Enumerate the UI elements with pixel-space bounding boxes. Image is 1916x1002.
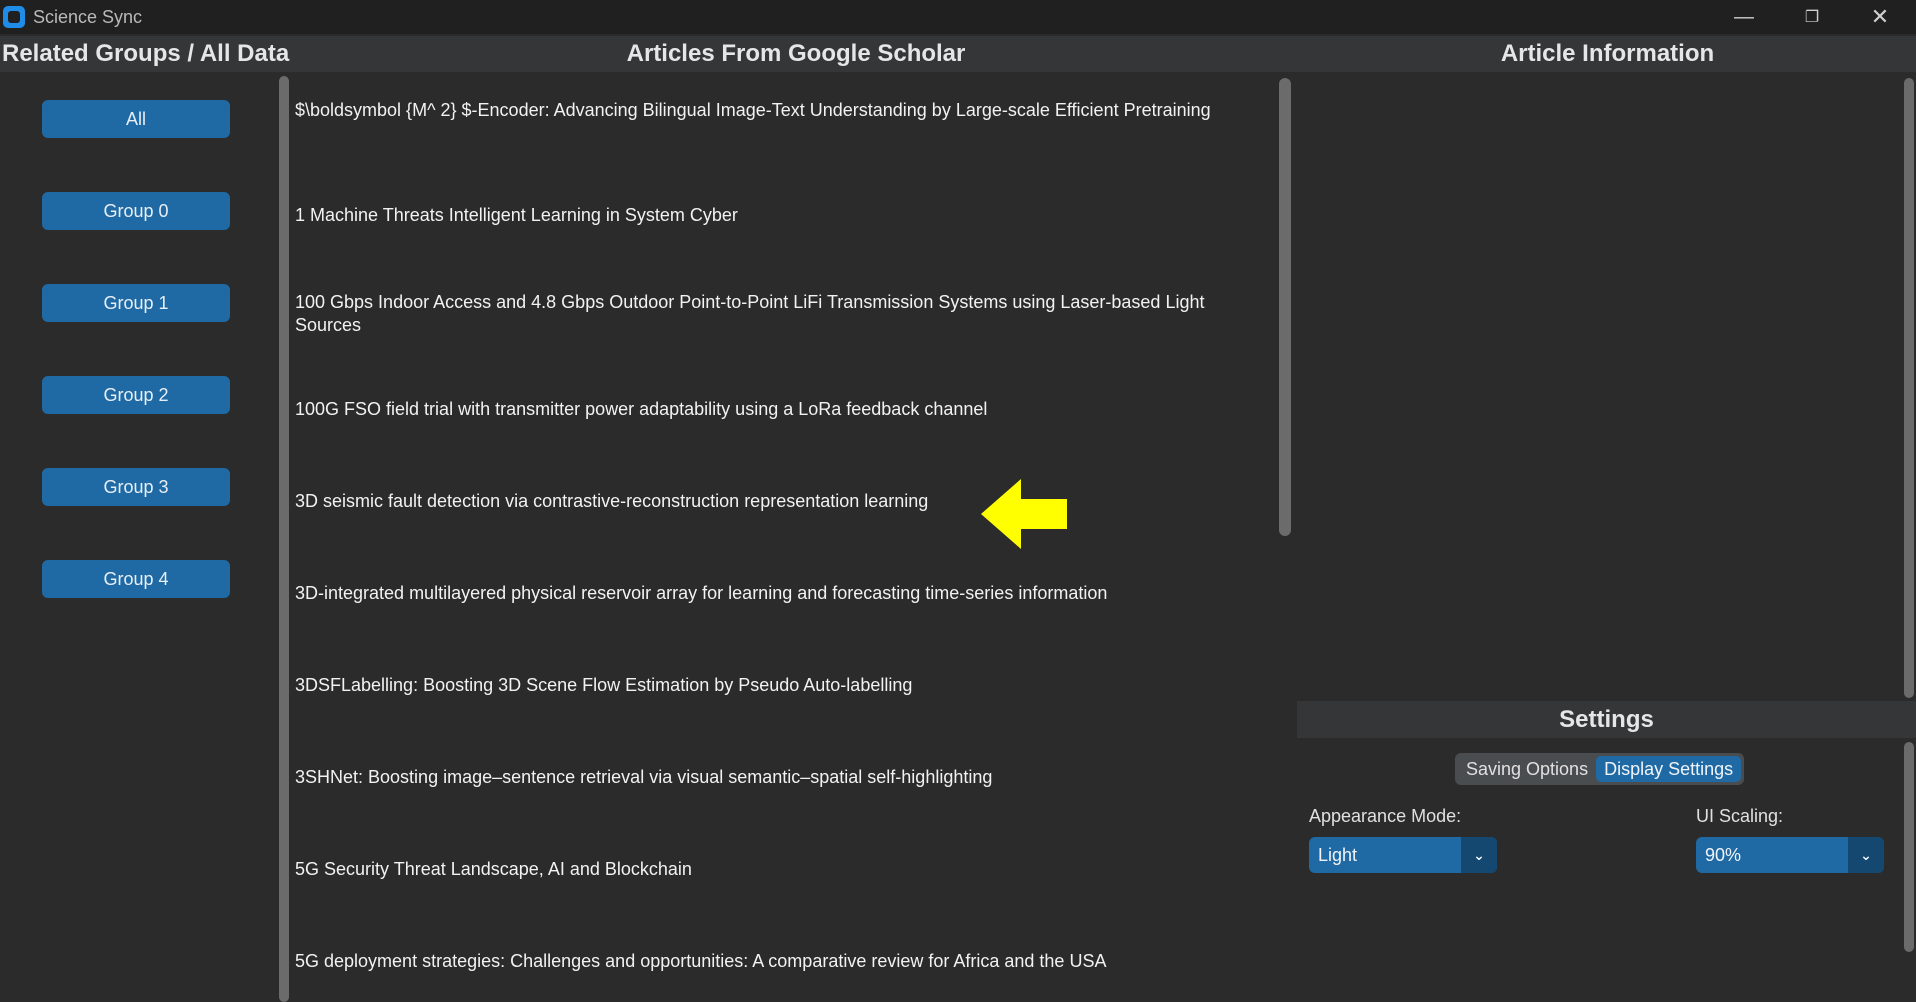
group-button-3[interactable]: Group 3 bbox=[42, 468, 230, 506]
title-bar: Science Sync bbox=[0, 0, 1916, 34]
article-info-content bbox=[1299, 72, 1916, 700]
article-item[interactable]: 3SHNet: Boosting image–sentence retrieva… bbox=[295, 766, 1275, 789]
article-item[interactable]: 5G Security Threat Landscape, AI and Blo… bbox=[295, 858, 1275, 881]
chevron-down-icon: ⌄ bbox=[1848, 837, 1884, 873]
article-item[interactable]: 100 Gbps Indoor Access and 4.8 Gbps Outd… bbox=[295, 291, 1275, 337]
ui-scaling-dropdown[interactable]: 90% ⌄ bbox=[1696, 837, 1884, 873]
articles-list: $\boldsymbol {M^ 2} $-Encoder: Advancing… bbox=[291, 72, 1281, 1002]
minimize-button[interactable]: — bbox=[1710, 0, 1778, 34]
group-button-all[interactable]: All bbox=[42, 100, 230, 138]
tab-saving-options[interactable]: Saving Options bbox=[1458, 756, 1596, 782]
article-info-panel-title: Article Information bbox=[1299, 36, 1916, 72]
appearance-mode-value: Light bbox=[1318, 844, 1358, 865]
group-button-4[interactable]: Group 4 bbox=[42, 560, 230, 598]
settings-title: Settings bbox=[1297, 701, 1916, 738]
ui-scaling-label: UI Scaling: bbox=[1696, 806, 1784, 826]
article-item[interactable]: 5G deployment strategies: Challenges and… bbox=[295, 950, 1275, 973]
article-item[interactable]: 3DSFLabelling: Boosting 3D Scene Flow Es… bbox=[295, 674, 1275, 697]
article-item[interactable]: 3D seismic fault detection via contrasti… bbox=[295, 490, 1275, 513]
app-title: Science Sync bbox=[33, 6, 143, 27]
left-arrow-annotation-icon bbox=[981, 479, 1067, 549]
articles-panel-title: Articles From Google Scholar bbox=[293, 36, 1299, 72]
settings-tabs: Saving Options Display Settings bbox=[1455, 753, 1745, 785]
maximize-button[interactable]: ❐ bbox=[1778, 0, 1846, 34]
article-info-scrollbar[interactable] bbox=[1904, 78, 1914, 698]
group-button-2[interactable]: Group 2 bbox=[42, 376, 230, 414]
articles-left-scrollbar[interactable] bbox=[279, 76, 289, 1002]
groups-sidebar: All Group 0 Group 1 Group 2 Group 3 Grou… bbox=[0, 72, 278, 1002]
appearance-mode-dropdown[interactable]: Light ⌄ bbox=[1309, 837, 1497, 873]
group-button-1[interactable]: Group 1 bbox=[42, 284, 230, 322]
appearance-mode-label: Appearance Mode: bbox=[1309, 806, 1462, 826]
tab-display-settings[interactable]: Display Settings bbox=[1596, 756, 1742, 782]
chevron-down-icon: ⌄ bbox=[1461, 837, 1497, 873]
close-button[interactable]: ✕ bbox=[1846, 0, 1914, 34]
settings-scrollbar[interactable] bbox=[1904, 742, 1914, 952]
group-button-0[interactable]: Group 0 bbox=[42, 192, 230, 230]
ui-scaling-value: 90% bbox=[1705, 844, 1742, 865]
article-item[interactable]: 1 Machine Threats Intelligent Learning i… bbox=[295, 204, 1275, 227]
article-item[interactable]: 3D-integrated multilayered physical rese… bbox=[295, 582, 1275, 605]
app-logo-icon bbox=[3, 6, 25, 28]
articles-scrollbar[interactable] bbox=[1279, 78, 1291, 536]
groups-panel-title: Related Groups / All Data bbox=[0, 36, 293, 72]
article-item[interactable]: $\boldsymbol {M^ 2} $-Encoder: Advancing… bbox=[295, 99, 1275, 122]
article-item[interactable]: 100G FSO field trial with transmitter po… bbox=[295, 398, 1275, 421]
